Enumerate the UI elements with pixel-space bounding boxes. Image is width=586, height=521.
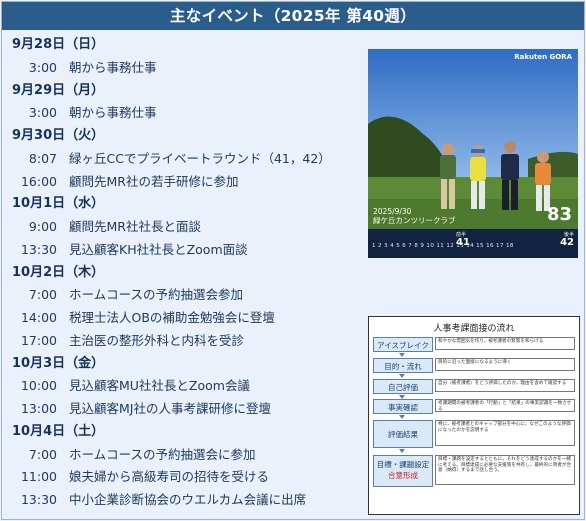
flow-title: 人事考課面接の流れ xyxy=(433,324,515,334)
flow-step-description: 考課期間の被考課者の「行動」と「結果」の事実認識を一致させる xyxy=(435,399,575,412)
event-description: 見込顧客MJ社の人事考課研修に登壇 xyxy=(69,401,271,416)
event-description: 中小企業診断協会のウエルカム会議に出席 xyxy=(69,492,307,507)
golf-scorecard-photo: Rakuten GORA 2025/9/30 緑ケ丘カンツリークラブ 83 1 … xyxy=(368,49,578,258)
flow-step-description: 目標・課題を設定するとともに，それをどう達成するのかを一緒に考える。目標達成に必… xyxy=(435,455,575,485)
content-area: 9月28日（日） 3:00 朝から事務仕事 9月29日（月） 3:00 朝から事務仕事 9月… xyxy=(2,30,584,519)
event-description: 緑ヶ丘CCでプライベートラウンド（41，42） xyxy=(69,150,331,166)
flow-step-description: 目的に沿った面接になるように導く xyxy=(435,358,575,371)
out-score: 41 xyxy=(456,237,470,248)
flow-arrow-icon xyxy=(399,415,405,419)
event-time: 9:00 xyxy=(28,219,57,234)
flow-step: アイスブレイク xyxy=(373,337,433,352)
event-description: 娘夫婦から高級寿司の招待を受ける xyxy=(69,469,270,485)
flow-step: 評価結果 xyxy=(373,420,433,448)
photo-date-course: 2025/9/30 緑ケ丘カンツリークラブ xyxy=(373,207,456,225)
hole-numbers: 1 2 3 4 5 6 7 8 9 10 11 12 13 14 15 16 1… xyxy=(372,243,514,249)
event-time: 8:07 xyxy=(28,150,57,166)
flow-step: 目標・課題設定 合意形成 xyxy=(373,455,433,487)
event-row: 11:00 娘夫婦から高級寿司の招待を受ける xyxy=(2,466,372,489)
event-time: 13:00 xyxy=(20,401,57,416)
event-description: 主治医の整形外科と内科を受診 xyxy=(69,332,245,348)
flow-step-label: 自己評価 xyxy=(388,383,418,392)
event-row: 7:00 ホームコースの予約抽選会に参加 xyxy=(2,444,372,467)
day-header: 9月30日（火） xyxy=(12,128,105,143)
event-row: 8:07 緑ヶ丘CCでプライベートラウンド（41，42） xyxy=(2,148,372,171)
event-row: 3:00 朝から事務仕事 xyxy=(2,57,372,80)
in-score: 42 xyxy=(560,237,574,248)
event-time: 17:00 xyxy=(20,332,57,348)
page-frame: 主なイベント（2025年 第40週） 9月28日（日） 3:00 朝から事務仕事 9月… xyxy=(1,1,585,520)
appraisal-interview-flow: 人事考課面接の流れ アイスブレイク 和やかな雰囲気を作り，被考課者の緊張を和らげる… xyxy=(368,316,580,515)
day-header: 10月1日（水） xyxy=(12,196,105,212)
photo-scene xyxy=(368,49,578,229)
flow-step-description: 自分（被考課者）をどう評価したのか，理由を含めて確認する xyxy=(435,379,575,392)
event-description: ホームコースの予約抽選会参加 xyxy=(69,287,244,303)
event-time: 16:00 xyxy=(20,173,57,189)
total-score: 83 xyxy=(546,204,572,225)
page-title: 主なイベント（2025年 第40週） xyxy=(2,2,584,30)
event-description: 顧問先MR社の若手研修に参加 xyxy=(69,173,239,189)
flow-arrow-icon xyxy=(399,353,405,357)
event-row: 13:30 中小企業診断協会のウエルカム会議に出席 xyxy=(2,489,372,512)
event-row: 14:00 税理士法人OBの補助金勉強会に登壇 xyxy=(2,307,372,330)
event-description: 見込顧客MU社社長とZoom会議 xyxy=(69,378,250,394)
flow-step-label-highlight: 合意形成 xyxy=(388,471,418,480)
event-description: 顧問先MR社社長と面談 xyxy=(69,219,201,234)
event-row: 9:00 顧問先MR社社長と面談 xyxy=(2,216,372,239)
day-header: 10月2日（木） xyxy=(12,264,105,280)
day-header: 9月28日（日） xyxy=(12,37,105,52)
flow-step-description: 和やかな雰囲気を作り，被考課者の緊張を和らげる xyxy=(435,337,575,350)
event-time: 10:00 xyxy=(20,378,57,394)
photo-brand: Rakuten GORA xyxy=(514,53,572,61)
flow-step: 自己評価 xyxy=(373,379,433,394)
day-header: 10月3日（金） xyxy=(12,355,105,371)
event-description: 税理士法人OBの補助金勉強会に登壇 xyxy=(69,310,275,325)
event-time: 7:00 xyxy=(28,446,57,462)
event-row: 10:00 見込顧客MU社社長とZoom会議 xyxy=(2,375,372,398)
flow-step-label: 評価結果 xyxy=(388,430,418,439)
event-time: 14:00 xyxy=(20,310,57,325)
schedule-list: 9月28日（日） 3:00 朝から事務仕事 9月29日（月） 3:00 朝から事務仕事 9月… xyxy=(2,34,372,512)
event-row: 3:00 朝から事務仕事 xyxy=(2,102,372,125)
event-description: ホームコースの予約抽選会に参加 xyxy=(69,446,256,462)
event-time: 3:00 xyxy=(28,59,57,75)
event-time: 3:00 xyxy=(28,105,57,121)
event-description: 朝から事務仕事 xyxy=(69,59,157,75)
flow-step-label: 目標・課題設定 xyxy=(376,460,430,469)
event-time: 11:00 xyxy=(20,469,57,485)
photo-date: 2025/9/30 xyxy=(373,207,412,216)
event-time: 13:30 xyxy=(20,241,57,257)
photo-course: 緑ケ丘カンツリークラブ xyxy=(373,216,456,225)
flow-arrow-icon xyxy=(399,449,405,453)
flow-step: 目的・流れ xyxy=(373,358,433,373)
event-row: 13:00 見込顧客MJ社の人事考課研修に登壇 xyxy=(2,398,372,421)
event-row: 13:30 見込顧客KH社社長とZoom面談 xyxy=(2,239,372,262)
flow-step-label: 事実確認 xyxy=(388,403,418,412)
flow-step-label: アイスブレイク xyxy=(377,341,429,350)
event-row: 16:00 顧問先MR社の若手研修に参加 xyxy=(2,171,372,194)
event-description: 見込顧客KH社社長とZoom面談 xyxy=(69,241,248,257)
flow-arrow-icon xyxy=(399,374,405,378)
flow-step-label: 目的・流れ xyxy=(384,362,422,371)
flow-step-description: 特に，被考課者とのギャップ部分を中心に，なぜこのような評価になったのかを説明する xyxy=(435,420,575,446)
day-header: 10月4日（土） xyxy=(12,423,105,439)
event-row: 17:00 主治医の整形外科と内科を受診 xyxy=(2,330,372,353)
event-row: 7:00 ホームコースの予約抽選会参加 xyxy=(2,284,372,307)
event-description: 朝から事務仕事 xyxy=(69,105,157,121)
event-time: 13:30 xyxy=(20,492,57,507)
flow-step: 事実確認 xyxy=(373,399,433,414)
day-header: 9月29日（月） xyxy=(12,82,105,98)
event-time: 7:00 xyxy=(28,287,57,303)
